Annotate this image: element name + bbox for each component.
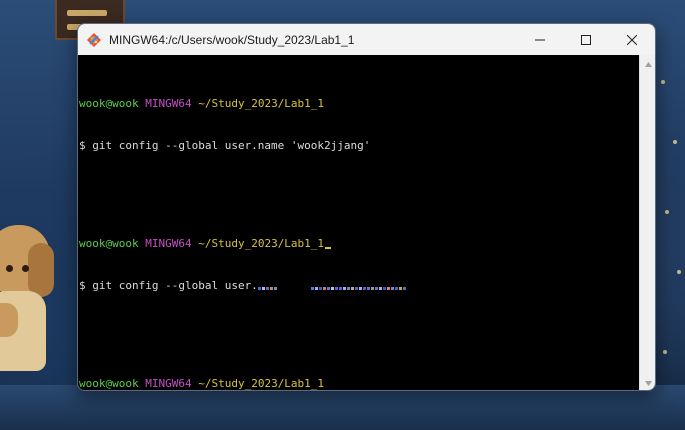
prompt-line: wook@wook MINGW64 ~/Study_2023/Lab1_1 (79, 237, 641, 251)
command-text: $ git config --global user. (79, 279, 258, 292)
command-line-redacted: $ git config --global user. (79, 279, 641, 293)
prompt-path: ~/Study_2023/Lab1_1 (198, 237, 325, 250)
prompt-user: wook@wook (79, 377, 139, 390)
git-bash-icon (87, 32, 101, 47)
vertical-scrollbar[interactable] (639, 55, 655, 390)
title-bar[interactable]: MINGW64:/c/Users/wook/Study_2023/Lab1_1 (78, 24, 655, 55)
yellow-cursor-mark (325, 247, 332, 249)
scroll-up-button[interactable] (640, 57, 655, 71)
wallpaper-lights (655, 60, 685, 420)
scroll-down-button[interactable] (640, 376, 655, 390)
window-title: MINGW64:/c/Users/wook/Study_2023/Lab1_1 (109, 32, 355, 47)
close-icon (627, 34, 637, 45)
redacted-block (257, 280, 278, 290)
window-controls (517, 24, 655, 55)
prompt-shell: MINGW64 (145, 237, 192, 250)
minimize-icon (535, 39, 545, 40)
wallpaper-ground (0, 385, 685, 430)
prompt-path: ~/Study_2023/Lab1_1 (198, 97, 325, 110)
prompt-line: wook@wook MINGW64 ~/Study_2023/Lab1_1 (79, 97, 641, 111)
prompt-shell: MINGW64 (145, 377, 192, 390)
maximize-icon (581, 34, 591, 45)
minimize-button[interactable] (517, 24, 563, 55)
scroll-up-icon (644, 61, 652, 67)
prompt-user: wook@wook (79, 237, 139, 250)
command-line: $ git config --global user.name 'wook2jj… (79, 139, 371, 152)
prompt-line: wook@wook MINGW64 ~/Study_2023/Lab1_1 (79, 377, 641, 390)
close-button[interactable] (609, 24, 655, 55)
prompt-user: wook@wook (79, 97, 139, 110)
scroll-down-icon (644, 380, 652, 386)
redacted-block (310, 280, 407, 290)
terminal-window[interactable]: MINGW64:/c/Users/wook/Study_2023/Lab1_1 (77, 23, 656, 391)
prompt-path: ~/Study_2023/Lab1_1 (198, 377, 325, 390)
maximize-button[interactable] (563, 24, 609, 55)
wallpaper-character (0, 225, 58, 375)
prompt-shell: MINGW64 (145, 97, 192, 110)
terminal-output[interactable]: wook@wook MINGW64 ~/Study_2023/Lab1_1 $ … (78, 55, 641, 390)
